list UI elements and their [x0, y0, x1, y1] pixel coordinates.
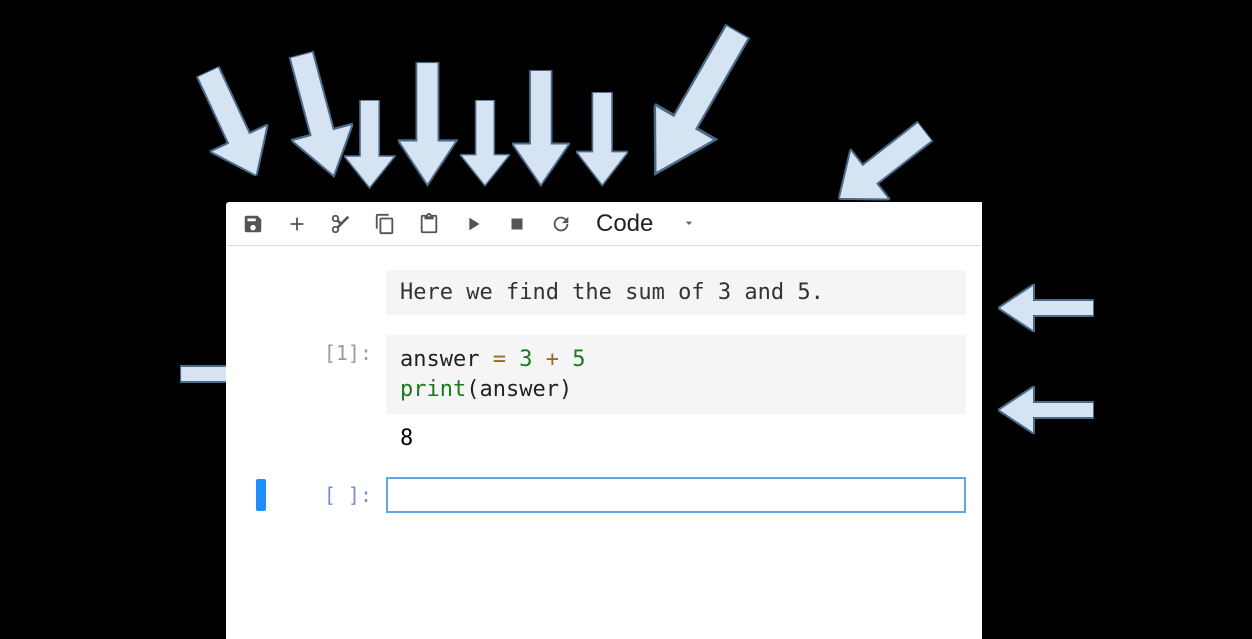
cut-button[interactable] [322, 205, 360, 243]
save-button[interactable] [234, 205, 272, 243]
stop-button[interactable] [498, 205, 536, 243]
chevron-down-icon [681, 210, 697, 238]
notebook-panel: Code Here we find the sum of 3 and 5. [1… [226, 202, 982, 639]
markdown-cell-row: Here we find the sum of 3 and 5. [256, 270, 966, 315]
active-cell-marker [256, 479, 266, 511]
input-prompt: [ ]: [278, 477, 386, 507]
code-cell-row-active: [ ]: [256, 477, 966, 513]
code-token: 3 [519, 347, 532, 372]
code-token: answer [400, 347, 479, 372]
annotation-arrow [998, 386, 1094, 434]
clipboard-icon [418, 213, 440, 235]
annotation-arrow [512, 70, 570, 188]
play-icon [462, 213, 484, 235]
code-cell-row: [1]: answer = 3 + 5 print(answer) [256, 335, 966, 414]
annotation-arrow [179, 58, 286, 189]
code-token: 5 [572, 347, 585, 372]
copy-icon [374, 213, 396, 235]
copy-button[interactable] [366, 205, 404, 243]
annotation-arrow [460, 100, 510, 188]
celltype-label: Code [596, 210, 653, 238]
cell-output: 8 [386, 420, 966, 451]
input-prompt: [1]: [278, 335, 386, 365]
annotation-arrow [576, 92, 628, 188]
code-token: answer [479, 377, 558, 402]
code-token: print [400, 377, 466, 402]
refresh-icon [550, 213, 572, 235]
cells-area: Here we find the sum of 3 and 5. [1]: an… [226, 246, 982, 513]
scissors-icon [330, 213, 352, 235]
output-row: 8 [256, 420, 966, 451]
annotation-arrow [398, 62, 458, 187]
markdown-cell[interactable]: Here we find the sum of 3 and 5. [386, 270, 966, 315]
annotation-arrow [998, 284, 1094, 332]
code-token: = [493, 347, 506, 372]
annotation-arrow [344, 100, 396, 190]
code-token: + [546, 347, 559, 372]
celltype-dropdown[interactable]: Code [586, 205, 709, 243]
code-cell[interactable]: answer = 3 + 5 print(answer) [386, 335, 966, 414]
add-cell-button[interactable] [278, 205, 316, 243]
restart-button[interactable] [542, 205, 580, 243]
save-icon [242, 213, 264, 235]
run-button[interactable] [454, 205, 492, 243]
toolbar: Code [226, 202, 982, 246]
annotation-arrow [270, 46, 365, 188]
plus-icon [286, 213, 308, 235]
stop-icon [506, 213, 528, 235]
annotation-arrow [622, 13, 769, 196]
paste-button[interactable] [410, 205, 448, 243]
code-cell-empty[interactable] [386, 477, 966, 513]
markdown-text: Here we find the sum of 3 and 5. [400, 280, 824, 305]
